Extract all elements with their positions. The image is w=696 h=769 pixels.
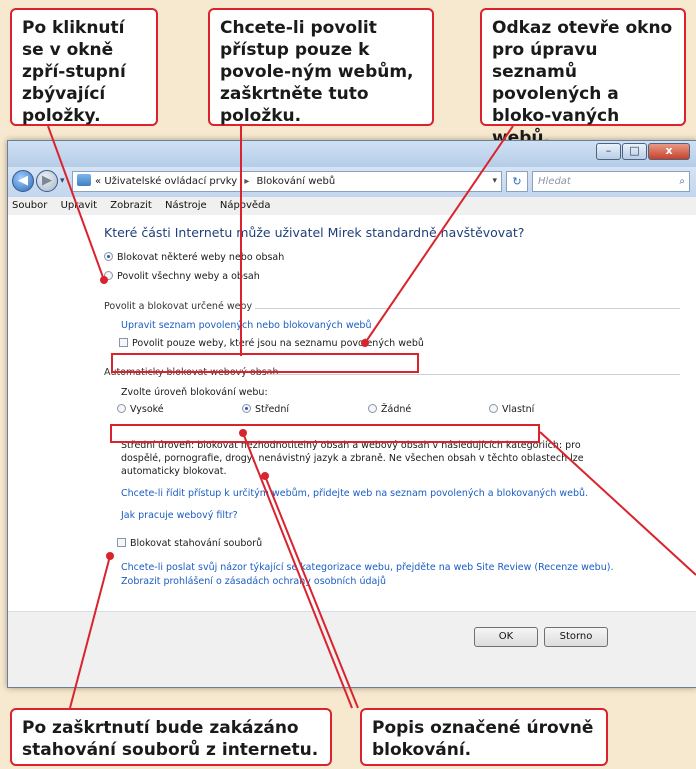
allow-specific-sites-link[interactable]: Chcete-li řídit přístup k určitým webům,… [121, 488, 588, 499]
menu-tools[interactable]: Nástroje [165, 200, 207, 211]
forward-button[interactable]: ▶ [36, 170, 58, 192]
level-high-radio[interactable]: Vysoké [117, 404, 164, 415]
title-bar: – □ x [8, 141, 696, 167]
level-medium-radio[interactable]: Střední [242, 404, 289, 415]
menu-edit[interactable]: Upravit [61, 200, 98, 211]
menu-view[interactable]: Zobrazit [110, 200, 152, 211]
level-label: Zvolte úroveň blokování webu: [121, 387, 268, 398]
radio-allow-all[interactable]: Povolit všechny weby a obsah [104, 271, 260, 282]
breadcrumb-separator-icon[interactable]: ▸ [244, 176, 249, 187]
level-custom-radio[interactable]: Vlastní [489, 404, 534, 415]
back-button[interactable]: ◀ [12, 170, 34, 192]
recent-pages-dropdown-icon[interactable]: ▾ [60, 176, 65, 186]
block-downloads-checkbox[interactable]: Blokovat stahování souborů [117, 538, 262, 549]
level-medium-label: Střední [255, 404, 289, 415]
control-panel-icon [77, 174, 91, 186]
allowlist-only-checkbox[interactable]: Povolit pouze weby, které jsou na seznam… [119, 338, 424, 349]
edit-lists-link[interactable]: Upravit seznam povolených nebo blokovaný… [121, 320, 371, 331]
address-dropdown-icon[interactable]: ▾ [492, 172, 497, 191]
address-row: ◀ ▶ ▾ « Uživatelské ovládací prvky ▸ Blo… [8, 167, 696, 197]
highlight-allowlist-checkbox [111, 353, 419, 373]
search-placeholder: Hledat [538, 176, 571, 187]
back-arrow-icon: ◀ [18, 173, 28, 188]
callout-edit-lists: Odkaz otevře okno pro úpravu seznamů pov… [480, 8, 686, 148]
menu-help[interactable]: Nápověda [220, 200, 271, 211]
highlight-level-radios [110, 424, 540, 443]
radio-selected-icon[interactable] [242, 404, 251, 413]
level-none-radio[interactable]: Žádné [368, 404, 411, 415]
radio-allow-all-label: Povolit všechny weby a obsah [117, 271, 260, 282]
callout-level-description: Popis označené úrovně blokování. [360, 708, 608, 766]
level-none-label: Žádné [381, 404, 412, 415]
block-downloads-label: Blokovat stahování souborů [130, 538, 263, 549]
content-area: Které části Internetu může uživatel Mire… [8, 215, 696, 687]
radio-icon[interactable] [368, 404, 377, 413]
refresh-button[interactable]: ↻ [506, 171, 528, 192]
level-high-label: Vysoké [130, 404, 164, 415]
group-allow-block-title: Povolit a blokovat určené weby [104, 301, 253, 312]
radio-block-some[interactable]: Blokovat některé weby nebo obsah [104, 252, 284, 263]
callout-options-unlock: Po kliknutí se v okně zpří-stupní zbývaj… [10, 8, 158, 126]
level-custom-label: Vlastní [502, 404, 535, 415]
breadcrumb-overflow[interactable]: « [95, 176, 101, 187]
privacy-link[interactable]: Zobrazit prohlášení o zásadách ochrany o… [121, 576, 386, 587]
checkbox-icon[interactable] [117, 538, 126, 547]
radio-block-some-label: Blokovat některé weby nebo obsah [117, 252, 285, 263]
callout-block-downloads: Po zaškrtnutí bude zakázáno stahování so… [10, 708, 332, 766]
group-divider [267, 374, 680, 375]
callout-allowlist-only: Chcete-li povolit přístup pouze k povole… [208, 8, 434, 126]
cancel-button[interactable]: Storno [544, 627, 608, 647]
search-input[interactable]: Hledat ⌕ [532, 171, 690, 192]
menu-file[interactable]: Soubor [12, 200, 47, 211]
breadcrumb-parental-controls[interactable]: Uživatelské ovládací prvky [104, 176, 237, 187]
radio-icon[interactable] [117, 404, 126, 413]
how-filter-works-link[interactable]: Jak pracuje webový filtr? [121, 510, 238, 521]
refresh-icon: ↻ [512, 175, 522, 188]
radio-icon[interactable] [489, 404, 498, 413]
allowlist-only-label: Povolit pouze weby, které jsou na seznam… [132, 338, 424, 349]
page-title: Které části Internetu může uživatel Mire… [104, 225, 525, 240]
search-icon[interactable]: ⌕ [679, 172, 685, 191]
group-divider [255, 308, 680, 309]
minimize-button[interactable]: – [596, 143, 621, 160]
radio-icon[interactable] [104, 271, 113, 280]
checkbox-icon[interactable] [119, 338, 128, 347]
radio-selected-icon[interactable] [104, 252, 113, 261]
address-bar[interactable]: « Uživatelské ovládací prvky ▸ Blokování… [72, 171, 502, 192]
close-button[interactable]: x [648, 143, 690, 160]
breadcrumb-web-filter[interactable]: Blokování webů [257, 176, 336, 187]
feedback-link[interactable]: Chcete-li poslat svůj názor týkající se … [121, 562, 613, 573]
maximize-button[interactable]: □ [622, 143, 647, 160]
ok-button[interactable]: OK [474, 627, 538, 647]
menu-bar: Soubor Upravit Zobrazit Nástroje Nápověd… [8, 197, 696, 216]
button-footer: OK Storno [8, 611, 696, 687]
level-description: Střední úroveň: blokovat nezhodnotitelný… [121, 440, 584, 477]
forward-arrow-icon: ▶ [42, 173, 52, 188]
web-filter-window: – □ x ◀ ▶ ▾ « Uživatelské ovládací prvky… [7, 140, 696, 688]
